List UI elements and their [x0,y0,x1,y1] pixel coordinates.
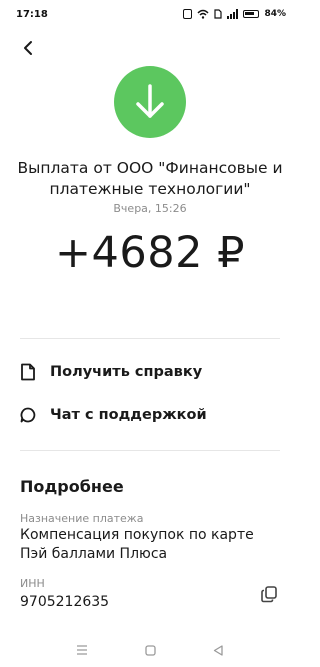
home-button[interactable] [140,640,160,660]
sim-icon [214,9,223,19]
arrow-down-icon [136,84,164,118]
signal-icon [227,9,239,19]
divider [20,450,280,451]
purpose-label: Назначение платежа [20,512,144,525]
battery-icon [243,10,260,18]
support-chat-button[interactable]: Чат с поддержкой [20,400,280,430]
transaction-title: Выплата от ООО "Финансовые и платежные т… [17,159,283,198]
nfc-icon [183,9,193,19]
system-back-button[interactable] [208,640,228,660]
status-bar: 17:18 84% [0,0,300,28]
purpose-value: Компенсация покупок по карте Пэй баллами… [20,527,254,562]
menu-icon [77,645,87,655]
status-time: 17:18 [16,8,48,20]
inn-value: 9705212635 [20,594,110,610]
support-chat-label: Чат с поддержкой [50,407,207,423]
transaction-date: Вчера, 15:26 [113,202,187,215]
wifi-icon [197,9,209,19]
status-icons: 84% [183,9,286,19]
transaction-amount: +4682 ₽ [55,228,245,278]
details-title: Подробнее [20,477,124,496]
divider [20,338,280,339]
document-icon [21,363,35,381]
navigation-bar [0,633,300,667]
get-certificate-label: Получить справку [50,364,203,380]
recent-apps-button[interactable] [72,640,92,660]
back-icon [213,644,223,656]
transaction-icon-circle [114,66,186,138]
chevron-left-icon [24,41,32,55]
copy-inn-button[interactable] [260,585,280,605]
back-button[interactable] [16,36,40,60]
battery-percent: 84% [264,9,286,19]
chat-icon [20,407,36,423]
home-icon [144,644,156,656]
copy-icon [261,586,277,603]
inn-label: ИНН [20,577,45,590]
get-certificate-button[interactable]: Получить справку [20,357,280,387]
